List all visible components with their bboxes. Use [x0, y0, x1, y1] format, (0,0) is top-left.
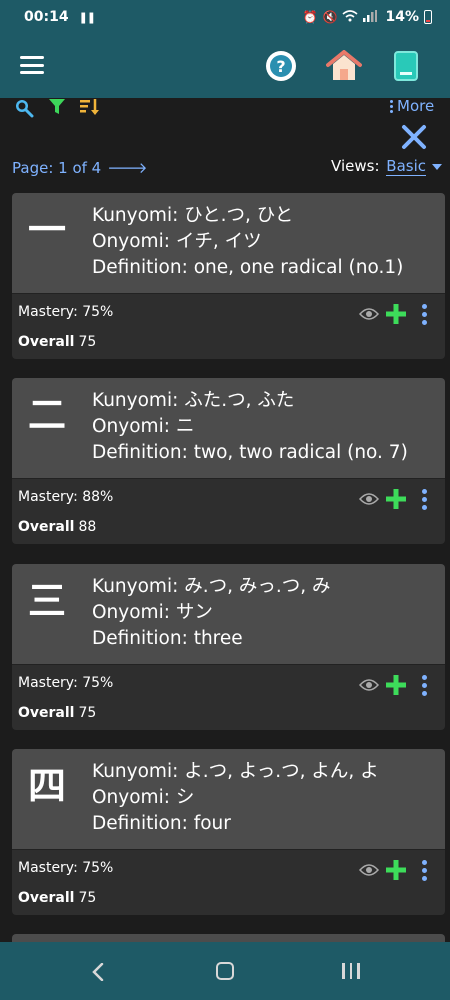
definition: Definition: one, one radical (no.1): [92, 257, 404, 278]
eye-icon[interactable]: [358, 862, 380, 878]
kanji-card[interactable]: 二 Kunyomi: ふた.つ, ふた Onyomi: ニ Definition…: [12, 378, 445, 544]
onyomi: Onyomi: サン: [92, 602, 213, 623]
views-selector[interactable]: Views: Basic: [331, 157, 442, 176]
card-footer: Mastery: 75% Overall 75: [12, 664, 445, 730]
eye-icon[interactable]: [358, 306, 380, 322]
pager[interactable]: Page: 1 of 4 🡒: [12, 158, 147, 177]
kebab-icon[interactable]: [422, 675, 427, 696]
kanji-info: Kunyomi: ひと.つ, ひと Onyomi: イチ, イツ Definit…: [92, 203, 403, 281]
plus-icon[interactable]: [385, 488, 407, 510]
system-nav-bar: [0, 942, 450, 1000]
more-label: More: [397, 97, 435, 115]
alarm-icon: ⏰: [302, 10, 318, 24]
overall-value: 88: [78, 519, 97, 535]
mastery-text: Mastery: 75%: [18, 860, 114, 876]
home-button-icon[interactable]: [216, 962, 234, 980]
kanji-glyph: 四: [27, 764, 66, 808]
definition: Definition: three: [92, 628, 243, 649]
kebab-icon[interactable]: [422, 304, 427, 325]
mastery-text: Mastery: 88%: [18, 489, 114, 505]
close-icon[interactable]: [401, 124, 427, 150]
card-header[interactable]: 三 Kunyomi: み.つ, みっ.つ, み Onyomi: サン Defin…: [12, 564, 445, 664]
overall-value: 75: [78, 705, 97, 721]
question-circle-icon[interactable]: ?: [266, 51, 296, 81]
battery-percent: 14%: [385, 9, 419, 25]
kebab-icon[interactable]: [422, 860, 427, 881]
card-header[interactable]: 一 Kunyomi: ひと.つ, ひと Onyomi: イチ, イツ Defin…: [12, 193, 445, 293]
onyomi: Onyomi: ニ: [92, 416, 195, 437]
recents-icon[interactable]: [342, 963, 360, 979]
overall-label: Overall: [18, 519, 75, 535]
overall-value: 75: [78, 334, 97, 350]
plus-icon[interactable]: [385, 303, 407, 325]
overall-text: Overall 75: [18, 705, 96, 721]
kanji-glyph: 三: [27, 579, 66, 623]
card-header[interactable]: 四 Kunyomi: よ.つ, よっ.つ, よん, よ Onyomi: シ De…: [12, 749, 445, 849]
overall-label: Overall: [18, 705, 75, 721]
eye-icon[interactable]: [358, 491, 380, 507]
kunyomi: Kunyomi: ふた.つ, ふた: [92, 390, 295, 411]
eye-icon[interactable]: [358, 677, 380, 693]
status-time: 00:14: [24, 9, 69, 25]
kunyomi: Kunyomi: ひと.つ, ひと: [92, 205, 294, 226]
kanji-card[interactable]: 四 Kunyomi: よ.つ, よっ.つ, よん, よ Onyomi: シ De…: [12, 749, 445, 915]
card-footer: Mastery: 75% Overall 75: [12, 849, 445, 915]
battery-icon: [424, 10, 432, 24]
views-value[interactable]: Basic: [386, 157, 426, 176]
kebab-icon: [390, 99, 393, 113]
overall-text: Overall 88: [18, 519, 96, 535]
mastery-text: Mastery: 75%: [18, 675, 114, 691]
views-label: Views:: [331, 157, 380, 175]
kanji-card[interactable]: 三 Kunyomi: み.つ, みっ.つ, み Onyomi: サン Defin…: [12, 564, 445, 730]
card-footer: Mastery: 75% Overall 75: [12, 293, 445, 359]
kunyomi: Kunyomi: み.つ, みっ.つ, み: [92, 576, 331, 597]
overall-text: Overall 75: [18, 890, 96, 906]
home-icon[interactable]: [326, 50, 362, 82]
kebab-icon[interactable]: [422, 489, 427, 510]
toolbar: More Page: 1 of 4 🡒 Views: Basic: [0, 97, 450, 178]
status-icons: ⏰ 🔇 14%: [303, 9, 432, 25]
app-bar: ?: [0, 34, 450, 98]
pause-icon: ❚❚: [78, 10, 96, 24]
definition: Definition: two, two radical (no. 7): [92, 442, 408, 463]
filter-icon[interactable]: [48, 98, 66, 120]
onyomi: Onyomi: シ: [92, 787, 195, 808]
chevron-down-icon[interactable]: [432, 163, 442, 170]
kanji-info: Kunyomi: ふた.つ, ふた Onyomi: ニ Definition: …: [92, 388, 408, 466]
onyomi: Onyomi: イチ, イツ: [92, 231, 262, 252]
plus-icon[interactable]: [385, 674, 407, 696]
kanji-glyph: 一: [27, 208, 66, 252]
plus-icon[interactable]: [385, 859, 407, 881]
definition: Definition: four: [92, 813, 231, 834]
pager-label: Page: 1 of 4: [12, 159, 102, 177]
wifi-icon: [342, 9, 359, 25]
signal-icon: [363, 9, 378, 25]
overall-label: Overall: [18, 890, 75, 906]
kanji-info: Kunyomi: よ.つ, よっ.つ, よん, よ Onyomi: シ Defi…: [92, 759, 379, 837]
status-bar: 00:14 ❚❚ ⏰ 🔇 14%: [0, 0, 450, 34]
kanji-info: Kunyomi: み.つ, みっ.つ, み Onyomi: サン Definit…: [92, 574, 331, 652]
card-header[interactable]: 二 Kunyomi: ふた.つ, ふた Onyomi: ニ Definition…: [12, 378, 445, 478]
kanji-card[interactable]: 一 Kunyomi: ひと.つ, ひと Onyomi: イチ, イツ Defin…: [12, 193, 445, 359]
mute-icon: 🔇: [322, 10, 338, 24]
overall-text: Overall 75: [18, 334, 96, 350]
kunyomi: Kunyomi: よ.つ, よっ.つ, よん, よ: [92, 761, 379, 782]
kanji-glyph: 二: [27, 393, 66, 437]
card-footer: Mastery: 88% Overall 88: [12, 478, 445, 544]
back-icon[interactable]: [92, 962, 104, 982]
search-icon[interactable]: [14, 98, 34, 122]
hamburger-menu-icon[interactable]: [20, 56, 44, 74]
more-menu[interactable]: More: [390, 97, 434, 115]
book-icon[interactable]: [394, 51, 418, 81]
arrow-right-icon[interactable]: 🡒: [107, 159, 147, 177]
overall-label: Overall: [18, 334, 75, 350]
sort-icon[interactable]: [80, 98, 100, 120]
mastery-text: Mastery: 75%: [18, 304, 114, 320]
overall-value: 75: [78, 890, 97, 906]
